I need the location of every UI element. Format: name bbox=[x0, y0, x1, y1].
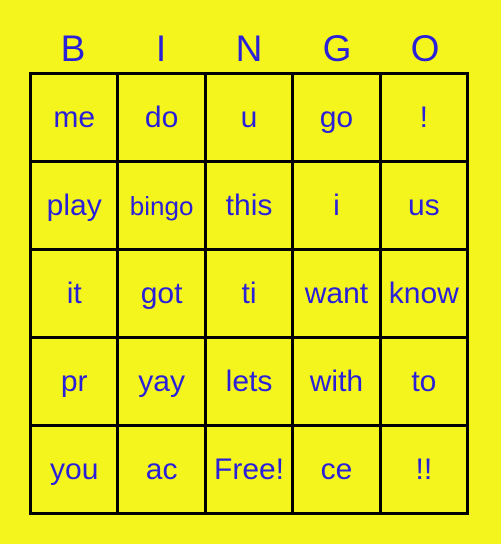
bingo-cell[interactable]: got bbox=[116, 251, 204, 336]
bingo-cell[interactable]: me bbox=[32, 75, 117, 160]
bingo-cell[interactable]: bingo bbox=[116, 163, 204, 248]
bingo-header-letter-b: B bbox=[60, 27, 86, 69]
bingo-cell[interactable]: ti bbox=[203, 251, 292, 336]
bingo-header-letter-n: N bbox=[235, 27, 263, 69]
bingo-cell[interactable]: this bbox=[203, 163, 292, 248]
bingo-cell[interactable]: lets bbox=[203, 339, 292, 424]
bingo-cell[interactable]: with bbox=[291, 339, 379, 424]
bingo-row: you ac Free! ce !! bbox=[32, 424, 467, 512]
bingo-cell[interactable]: ! bbox=[378, 75, 467, 160]
bingo-cell[interactable]: want bbox=[291, 251, 379, 336]
bingo-cell[interactable]: know bbox=[378, 251, 467, 336]
bingo-cell[interactable]: pr bbox=[32, 339, 117, 424]
bingo-row: it got ti want know bbox=[32, 248, 467, 336]
bingo-cell[interactable]: it bbox=[32, 251, 117, 336]
bingo-cell[interactable]: play bbox=[32, 163, 117, 248]
bingo-cell[interactable]: ac bbox=[116, 427, 204, 512]
bingo-header-row: B I N G O bbox=[29, 24, 469, 72]
bingo-cell[interactable]: do bbox=[116, 75, 204, 160]
bingo-row: pr yay lets with to bbox=[32, 336, 467, 424]
bingo-header-letter-i: I bbox=[155, 27, 167, 69]
bingo-cell[interactable]: to bbox=[378, 339, 467, 424]
bingo-header-letter-g: G bbox=[322, 27, 352, 69]
bingo-cell[interactable]: !! bbox=[378, 427, 467, 512]
bingo-cell[interactable]: yay bbox=[116, 339, 204, 424]
bingo-row: me do u go ! bbox=[32, 75, 467, 160]
bingo-card: B I N G O me do u go ! play bingo this i… bbox=[0, 0, 501, 544]
bingo-cell[interactable]: ce bbox=[291, 427, 379, 512]
bingo-grid: me do u go ! play bingo this i us it got… bbox=[29, 72, 469, 515]
bingo-cell[interactable]: i bbox=[291, 163, 379, 248]
bingo-cell[interactable]: go bbox=[291, 75, 379, 160]
bingo-cell[interactable]: us bbox=[378, 163, 467, 248]
bingo-row: play bingo this i us bbox=[32, 160, 467, 248]
bingo-cell[interactable]: you bbox=[32, 427, 117, 512]
bingo-cell[interactable]: u bbox=[203, 75, 292, 160]
bingo-header-letter-o: O bbox=[410, 27, 440, 69]
bingo-free-cell[interactable]: Free! bbox=[203, 427, 292, 512]
